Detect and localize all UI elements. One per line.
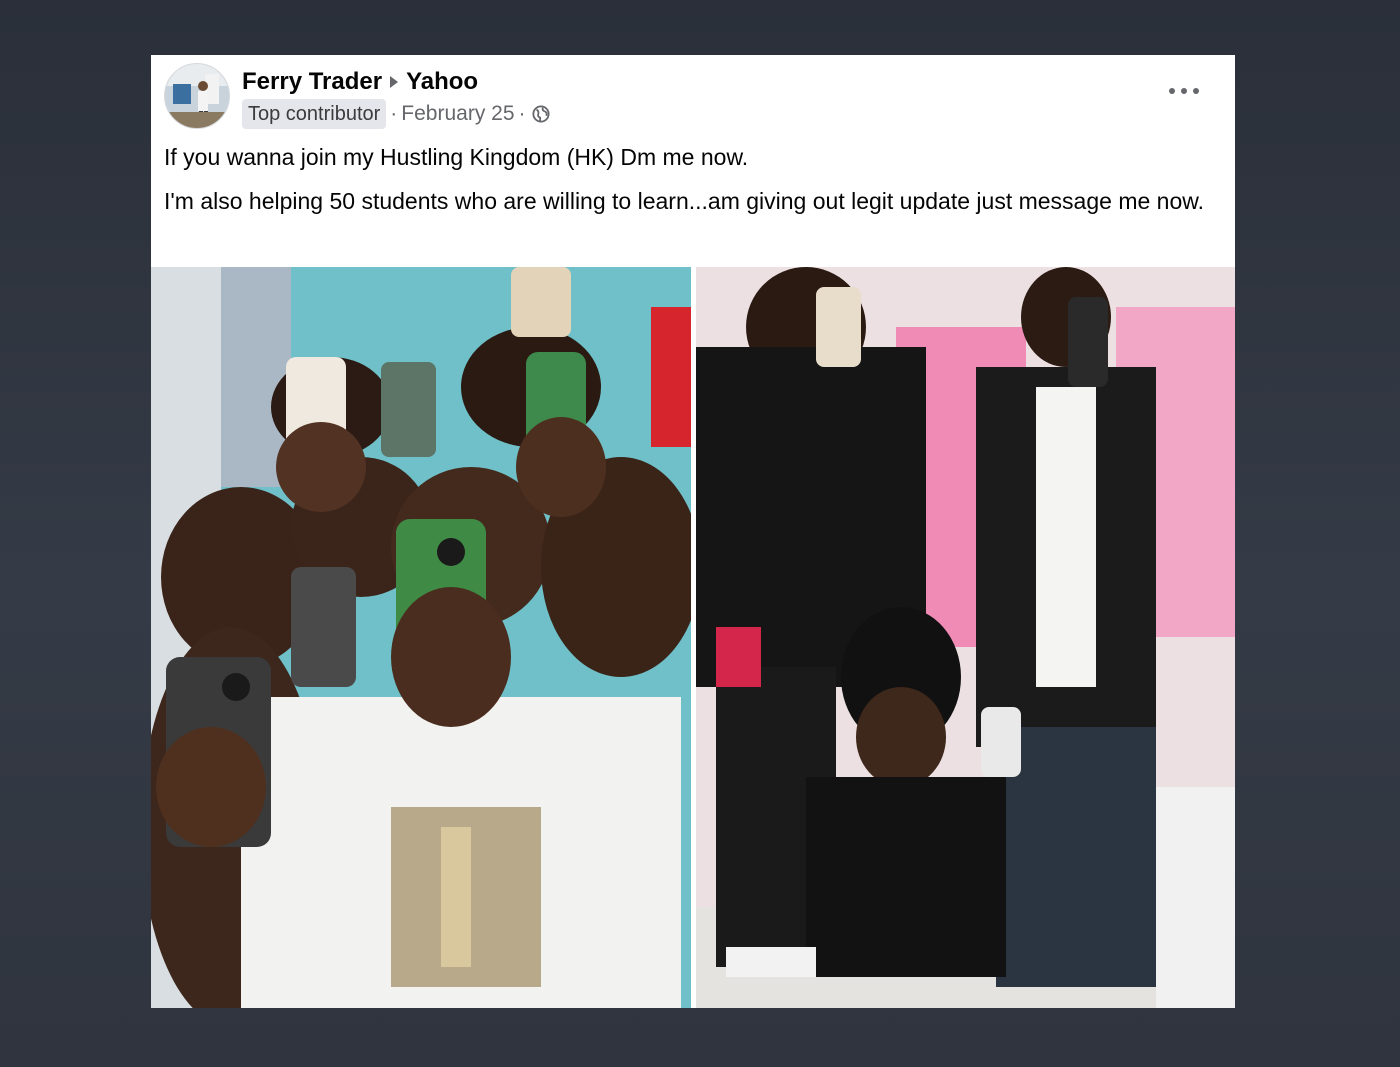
- top-contributor-badge[interactable]: Top contributor: [242, 99, 387, 129]
- post-text-line-1: If you wanna join my Hustling Kingdom (H…: [164, 144, 749, 170]
- post-meta: Top contributor · February 25 ·: [242, 99, 550, 129]
- group-name[interactable]: Yahoo: [406, 68, 478, 96]
- more-dot: [1193, 88, 1199, 94]
- group-phone-selfie-photo-left: [151, 267, 691, 1008]
- post-date[interactable]: February 25: [401, 102, 514, 126]
- group-phone-selfie-photo-right: [696, 267, 1235, 1008]
- author-line: Ferry Trader Yahoo: [242, 67, 478, 97]
- meta-separator: ·: [390, 102, 398, 125]
- more-dot: [1181, 88, 1187, 94]
- post-photo-grid: [151, 267, 1235, 1008]
- meta-separator: ·: [518, 102, 526, 125]
- post-header: Ferry Trader Yahoo Top contributor · Feb…: [151, 55, 1235, 135]
- author-name[interactable]: Ferry Trader: [242, 68, 382, 96]
- facebook-post-card: Ferry Trader Yahoo Top contributor · Feb…: [151, 55, 1235, 1008]
- photo-left[interactable]: [151, 267, 691, 1008]
- author-avatar[interactable]: [164, 63, 230, 129]
- globe-icon[interactable]: [531, 105, 550, 123]
- post-text-line-2: I'm also helping 50 students who are wil…: [164, 188, 1204, 214]
- shared-to-arrow-icon: [390, 76, 399, 88]
- photo-right[interactable]: [696, 267, 1235, 1008]
- avatar-image: [165, 64, 229, 128]
- more-dot: [1169, 88, 1175, 94]
- more-options-icon[interactable]: [1169, 81, 1199, 101]
- post-text: If you wanna join my Hustling Kingdom (H…: [164, 141, 1214, 218]
